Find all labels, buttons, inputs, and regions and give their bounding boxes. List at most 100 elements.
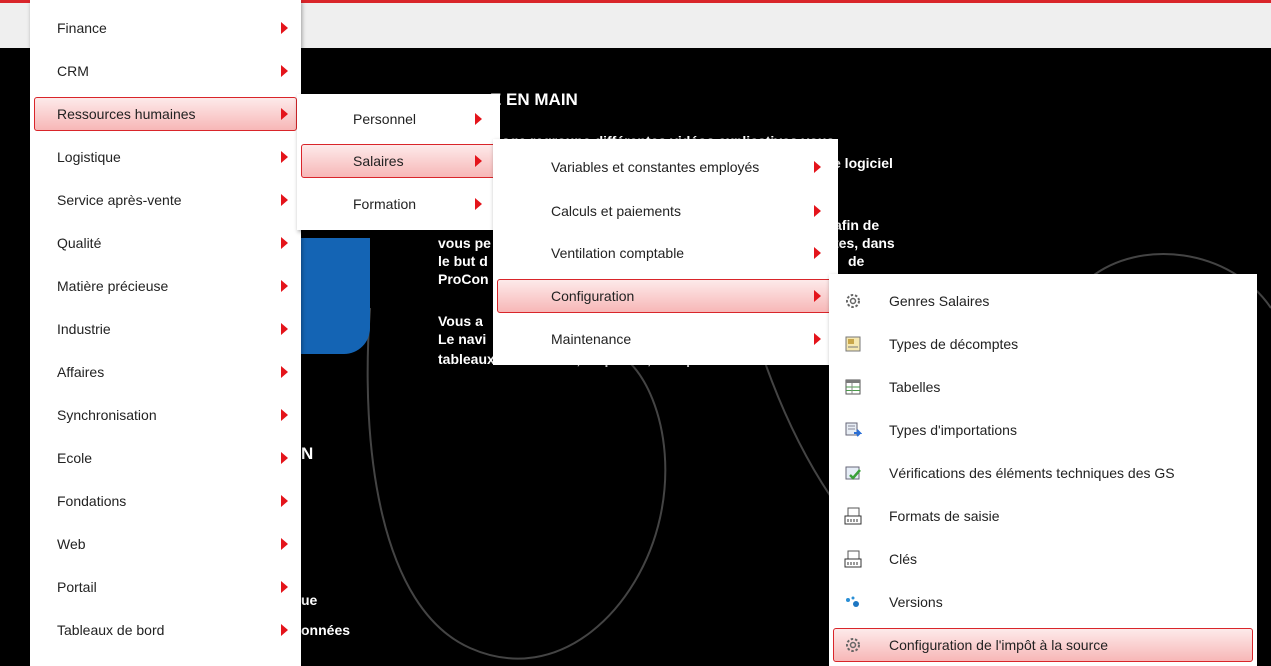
menu-item-cles[interactable]: Clés [833,542,1253,576]
bg-text-13: ue [301,592,318,608]
chevron-right-icon [281,151,288,163]
menu-item-types-decomptes[interactable]: Types de décomptes [833,327,1253,361]
menu-item-tabelles[interactable]: Tabelles [833,370,1253,404]
chevron-right-icon [475,113,482,125]
chevron-right-icon [281,495,288,507]
chevron-right-icon [281,538,288,550]
menu-item-label: Tableaux de bord [57,622,165,638]
bg-text-3: afin de [834,217,880,233]
menu-item-matiere-precieuse[interactable]: Matière précieuse [34,269,297,303]
menu-item-label: Calculs et paiements [551,203,681,219]
hr-submenu: Personnel Salaires Formation [297,94,500,230]
menu-item-label: Versions [889,594,943,610]
menu-item-label: Genres Salaires [889,293,990,309]
menu-item-label: Personnel [353,111,417,127]
menu-item-types-importations[interactable]: Types d'importations [833,413,1253,447]
menu-item-ventilation-comptable[interactable]: Ventilation comptable [497,236,834,270]
chevron-right-icon [281,194,288,206]
chevron-right-icon [475,155,482,167]
bg-text-8: ProCon [438,271,489,287]
menu-item-label: Types d'importations [889,422,1017,438]
menu-item-label: Web [57,536,86,552]
menu-item-maintenance[interactable]: Maintenance [497,322,834,356]
keyboard-icon [844,507,862,525]
chevron-right-icon [281,108,288,120]
salaires-submenu: Variables et constantes employés Calculs… [493,139,838,365]
menu-item-crm[interactable]: CRM [34,54,297,88]
bg-text-4: vous pe [438,235,491,251]
menu-item-salaires[interactable]: Salaires [301,144,496,178]
menu-item-formation[interactable]: Formation [301,187,496,221]
menu-item-configuration-impot-source[interactable]: Configuration de l'impôt à la source [833,628,1253,662]
main-menu: Finance CRM Ressources humaines Logistiq… [30,0,301,666]
menu-item-industrie[interactable]: Industrie [34,312,297,346]
menu-item-qualite[interactable]: Qualité [34,226,297,260]
menu-item-web[interactable]: Web [34,527,297,561]
menu-item-label: Portail [57,579,97,595]
bg-text-5: tes, dans [834,235,895,251]
menu-item-label: Salaires [353,153,404,169]
chevron-right-icon [281,624,288,636]
menu-item-synchronisation[interactable]: Synchronisation [34,398,297,432]
menu-item-verifications-gs[interactable]: Vérifications des éléments techniques de… [833,456,1253,490]
menu-item-label: CRM [57,63,89,79]
check-icon [844,464,862,482]
gear-icon [844,636,862,654]
menu-item-affaires[interactable]: Affaires [34,355,297,389]
menu-item-service-apres-vente[interactable]: Service après-vente [34,183,297,217]
bg-text-2: e logiciel [833,155,893,171]
chevron-right-icon [814,247,821,259]
menu-item-ressources-humaines[interactable]: Ressources humaines [34,97,297,131]
menu-item-label: Tabelles [889,379,941,395]
menu-item-label: Logistique [57,149,121,165]
menu-item-configuration[interactable]: Configuration [497,279,834,313]
menu-item-label: Fondations [57,493,127,509]
chevron-right-icon [281,280,288,292]
menu-item-personnel[interactable]: Personnel [301,102,496,136]
menu-item-label: Ventilation comptable [551,245,685,261]
menu-item-label: Finance [57,20,107,36]
document-icon [844,335,862,353]
menu-item-label: Vérifications des éléments techniques de… [889,465,1175,481]
menu-item-label: Clés [889,551,918,567]
menu-item-fondations[interactable]: Fondations [34,484,297,518]
menu-item-label: Synchronisation [57,407,157,423]
chevron-right-icon [814,290,821,302]
chevron-right-icon [281,581,288,593]
menu-item-label: Configuration de l'impôt à la source [889,637,1109,653]
menu-item-tableaux-de-bord[interactable]: Tableaux de bord [34,613,297,647]
chevron-right-icon [281,22,288,34]
chevron-right-icon [281,366,288,378]
bg-text-7: de [848,253,865,269]
chevron-right-icon [281,237,288,249]
menu-item-label: Formation [353,196,417,212]
menu-item-formats-saisie[interactable]: Formats de saisie [833,499,1253,533]
keyboard-icon [844,550,862,568]
menu-item-label: Types de décomptes [889,336,1019,352]
menu-item-variables-constantes[interactable]: Variables et constantes employés [497,150,834,184]
menu-item-logistique[interactable]: Logistique [34,140,297,174]
menu-item-ecole[interactable]: Ecole [34,441,297,475]
chevron-right-icon [814,333,821,345]
gear-icon [844,292,862,310]
chevron-right-icon [814,161,821,173]
bg-text-12: N [301,444,314,463]
dots-icon [844,593,862,611]
chevron-right-icon [814,205,821,217]
menu-item-label: Service après-vente [57,192,182,208]
menu-item-label: Ecole [57,450,93,466]
menu-item-label: Affaires [57,364,105,380]
menu-item-label: Maintenance [551,331,632,347]
menu-item-calculs-paiements[interactable]: Calculs et paiements [497,194,834,228]
menu-item-portail[interactable]: Portail [34,570,297,604]
menu-item-versions[interactable]: Versions [833,585,1253,619]
bg-text-6: le but d [438,253,488,269]
menu-item-genres-salaires[interactable]: Genres Salaires [833,284,1253,318]
import-icon [844,421,862,439]
menu-item-label: Configuration [551,288,635,304]
menu-item-finance[interactable]: Finance [34,11,297,45]
bg-text-14: onnées [301,622,351,638]
menu-item-label: Industrie [57,321,111,337]
bg-title: E EN MAIN [490,90,578,109]
menu-item-label: Qualité [57,235,102,251]
